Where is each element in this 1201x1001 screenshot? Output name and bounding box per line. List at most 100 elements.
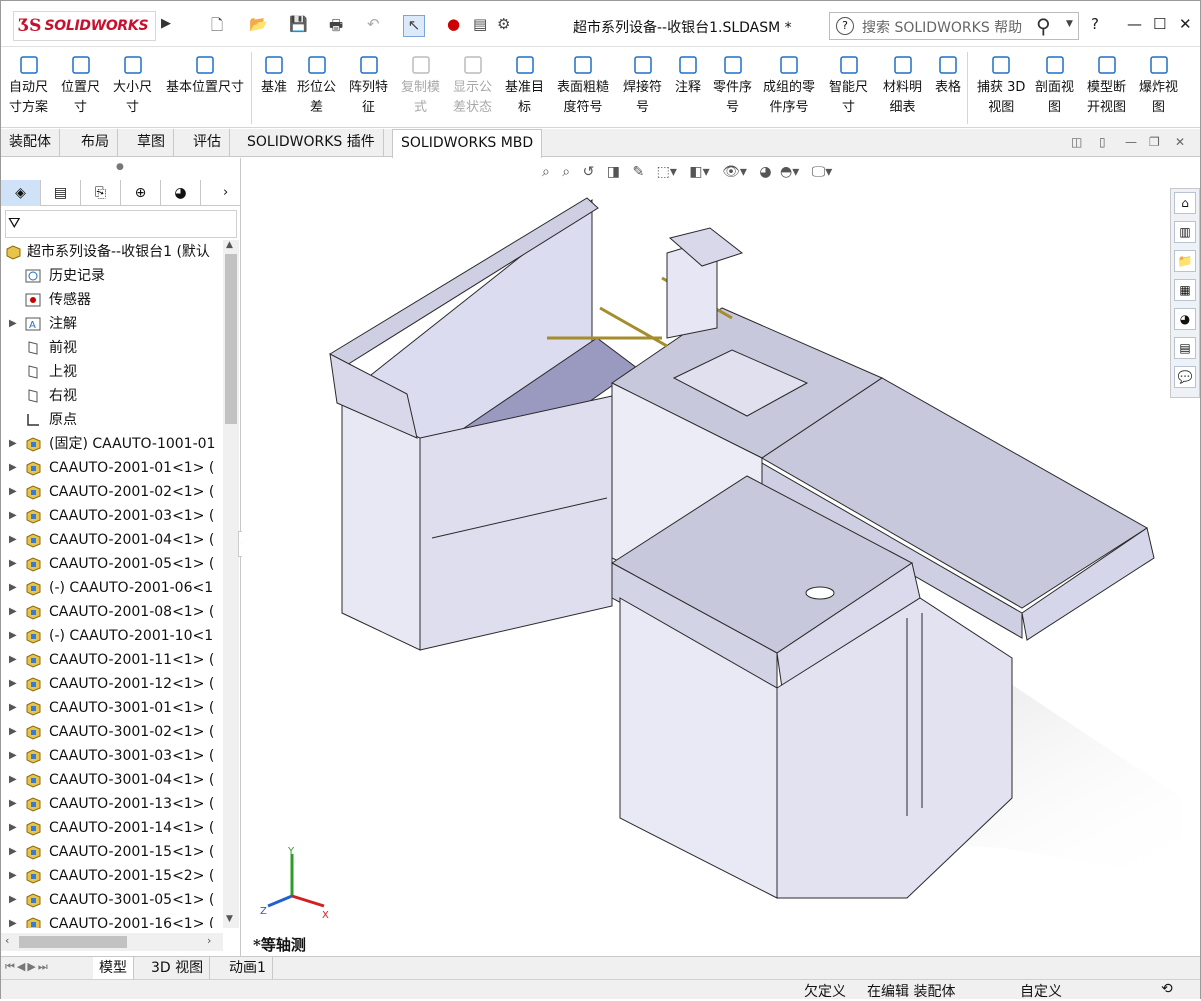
expand-arrow-icon[interactable]: ▶ xyxy=(9,864,17,888)
forum-icon[interactable]: 💬 xyxy=(1174,366,1196,388)
tree-component-row[interactable]: ▶ CAAUTO-2001-15<2> ( xyxy=(1,864,223,888)
ribbon-button-18[interactable]: 捕获 3D 视图 xyxy=(977,54,1025,118)
ribbon-button-12[interactable]: 注释 xyxy=(675,54,701,98)
minimize-button[interactable]: — xyxy=(1127,15,1142,33)
help-search-box[interactable]: ? 搜索 SOLIDWORKS 帮助 ⚲ ▼ xyxy=(829,12,1079,40)
appearances-icon[interactable]: ◕ xyxy=(1174,308,1196,330)
expand-arrow-icon[interactable]: ▶ xyxy=(9,432,17,456)
solidworks-resources-icon[interactable]: ⌂ xyxy=(1174,192,1196,214)
tree-component-row[interactable]: ▶ CAAUTO-2001-16<1> ( xyxy=(1,912,223,928)
select-pointer-icon[interactable]: ↖ xyxy=(403,15,425,37)
tab-evaluate[interactable]: 评估 xyxy=(185,129,230,157)
panel-grip-icon[interactable]: ● xyxy=(116,162,124,172)
tree-feature-row[interactable]: 上视 xyxy=(1,360,223,384)
ribbon-button-20[interactable]: 模型断 开视图 xyxy=(1087,54,1126,118)
expand-arrow-icon[interactable]: ▶ xyxy=(9,456,17,480)
design-library-icon[interactable]: ▥ xyxy=(1174,221,1196,243)
dimxpert-tab-icon[interactable]: ⊕ xyxy=(121,180,161,206)
tree-component-row[interactable]: ▶ CAAUTO-2001-13<1> ( xyxy=(1,792,223,816)
tree-component-row[interactable]: ▶ CAAUTO-2001-11<1> ( xyxy=(1,648,223,672)
expand-arrow-icon[interactable]: ▶ xyxy=(9,576,17,600)
expand-arrow-icon[interactable]: ▶ xyxy=(9,912,17,928)
close-button[interactable]: ✕ xyxy=(1179,15,1192,33)
tabs-scroll-right-icon[interactable]: › xyxy=(223,180,228,206)
expand-arrow-icon[interactable]: ▶ xyxy=(9,840,17,864)
scroll-left-icon[interactable]: ‹ xyxy=(5,934,9,947)
tree-horizontal-scrollbar[interactable]: ‹ › xyxy=(1,933,223,951)
rebuild-status-icon[interactable]: ⟲ xyxy=(1161,981,1173,997)
open-document-icon[interactable]: 📂 xyxy=(249,15,268,37)
tree-filter-field[interactable]: ⛛ xyxy=(5,210,237,238)
tree-vertical-scrollbar[interactable]: ▲ ▼ xyxy=(223,240,239,928)
expand-arrow-icon[interactable]: ▶ xyxy=(9,648,17,672)
tab-layout[interactable]: 布局 xyxy=(73,129,118,157)
maximize-button[interactable]: ☐ xyxy=(1153,15,1166,33)
scroll-down-icon[interactable]: ▼ xyxy=(226,914,233,924)
ribbon-button-5[interactable]: 形位公差 xyxy=(297,54,336,118)
search-icon[interactable]: ⚲ xyxy=(1036,14,1051,38)
print-icon[interactable]: 🖶 xyxy=(329,15,343,37)
ribbon-button-2[interactable]: 大小尺寸 xyxy=(113,54,152,118)
tree-feature-row[interactable]: 原点 xyxy=(1,408,223,432)
tree-component-row[interactable]: ▶ CAAUTO-3001-01<1> ( xyxy=(1,696,223,720)
ribbon-button-16[interactable]: 材料明 细表 xyxy=(883,54,922,118)
expand-arrow-icon[interactable]: ▶ xyxy=(9,744,17,768)
ribbon-button-13[interactable]: 零件序号 xyxy=(713,54,752,118)
file-properties-icon[interactable]: ▤ xyxy=(473,15,487,37)
scroll-up-icon[interactable]: ▲ xyxy=(226,240,233,250)
ribbon-button-0[interactable]: 自动尺 寸方案 xyxy=(9,54,48,118)
ribbon-button-10[interactable]: 表面粗糙 度符号 xyxy=(557,54,609,118)
undo-icon[interactable]: ↶ xyxy=(367,15,380,37)
tree-component-row[interactable]: ▶ CAAUTO-2001-08<1> ( xyxy=(1,600,223,624)
ribbon-button-6[interactable]: 阵列特征 xyxy=(349,54,388,118)
tree-component-row[interactable]: ▶ CAAUTO-2001-03<1> ( xyxy=(1,504,223,528)
ribbon-button-14[interactable]: 成组的零 件序号 xyxy=(763,54,815,118)
tree-feature-row[interactable]: ▶ A 注解 xyxy=(1,312,223,336)
tree-component-row[interactable]: ▶ (固定) CAAUTO-1001-01 xyxy=(1,432,223,456)
search-input[interactable]: 搜索 SOLIDWORKS 帮助 xyxy=(862,17,1022,37)
ribbon-button-11[interactable]: 焊接符号 xyxy=(623,54,662,118)
ribbon-button-9[interactable]: 基准目标 xyxy=(505,54,544,118)
expand-arrow-icon[interactable]: ▶ xyxy=(9,768,17,792)
expand-arrow-icon[interactable]: ▶ xyxy=(9,696,17,720)
expand-arrow-icon[interactable]: ▶ xyxy=(9,792,17,816)
configurationmanager-tab-icon[interactable]: ⎘ xyxy=(81,180,121,206)
scroll-right-icon[interactable]: › xyxy=(207,934,211,947)
options-gear-icon[interactable]: ⚙ xyxy=(497,15,510,37)
ribbon-button-19[interactable]: 剖面视图 xyxy=(1035,54,1074,118)
ribbon-button-17[interactable]: 表格 xyxy=(935,54,961,98)
menu-expand-arrow-icon[interactable]: ▶ xyxy=(161,16,173,36)
tree-component-row[interactable]: ▶ CAAUTO-3001-02<1> ( xyxy=(1,720,223,744)
tab-mbd[interactable]: SOLIDWORKS MBD xyxy=(392,129,543,158)
graphics-area[interactable]: ⌕ ⌕ ↺ ◨ ✎ ⬚▾ ◧▾ 👁▾ ◕ ◓▾ 🖵▾ ⌂ ▥ 📁 ▦ ◕ ▤ 💬… xyxy=(242,158,1200,956)
expand-arrow-icon[interactable]: ▶ xyxy=(9,720,17,744)
tab-sketch[interactable]: 草图 xyxy=(129,129,174,157)
tree-feature-row[interactable]: 右视 xyxy=(1,384,223,408)
tree-component-row[interactable]: ▶ CAAUTO-2001-04<1> ( xyxy=(1,528,223,552)
expand-arrow-icon[interactable]: ▶ xyxy=(9,312,17,336)
tree-component-row[interactable]: ▶ CAAUTO-2001-05<1> ( xyxy=(1,552,223,576)
tree-component-row[interactable]: ▶ CAAUTO-3001-05<1> ( xyxy=(1,888,223,912)
doc-close-button[interactable]: ✕ xyxy=(1175,135,1185,149)
tree-component-row[interactable]: ▶ CAAUTO-3001-03<1> ( xyxy=(1,744,223,768)
custom-properties-icon[interactable]: ▤ xyxy=(1174,337,1196,359)
chevron-down-icon[interactable]: ▼ xyxy=(1066,19,1073,29)
help-menu-button[interactable]: ? xyxy=(1091,15,1099,33)
tree-component-row[interactable]: ▶ (-) CAAUTO-2001-10<1 xyxy=(1,624,223,648)
tile-vertical-icon[interactable]: ▯ xyxy=(1099,135,1106,149)
tab-scroll-arrows-icon[interactable]: ⏮◀▶⏭ xyxy=(5,960,50,974)
tree-scroll-thumb[interactable] xyxy=(225,254,237,424)
expand-arrow-icon[interactable]: ▶ xyxy=(9,888,17,912)
doc-restore-button[interactable]: ❐ xyxy=(1149,135,1160,149)
file-explorer-icon[interactable]: 📁 xyxy=(1174,250,1196,272)
expand-arrow-icon[interactable]: ▶ xyxy=(9,816,17,840)
tab-model[interactable]: 模型 xyxy=(93,957,134,979)
save-icon[interactable]: 💾 xyxy=(289,15,308,37)
view-palette-icon[interactable]: ▦ xyxy=(1174,279,1196,301)
expand-arrow-icon[interactable]: ▶ xyxy=(9,600,17,624)
tab-addins[interactable]: SOLIDWORKS 插件 xyxy=(239,129,384,157)
tree-component-row[interactable]: ▶ CAAUTO-3001-04<1> ( xyxy=(1,768,223,792)
left-cabinet-front[interactable] xyxy=(419,395,613,651)
tree-component-row[interactable]: ▶ CAAUTO-2001-15<1> ( xyxy=(1,840,223,864)
tree-component-row[interactable]: ▶ (-) CAAUTO-2001-06<1 xyxy=(1,576,223,600)
